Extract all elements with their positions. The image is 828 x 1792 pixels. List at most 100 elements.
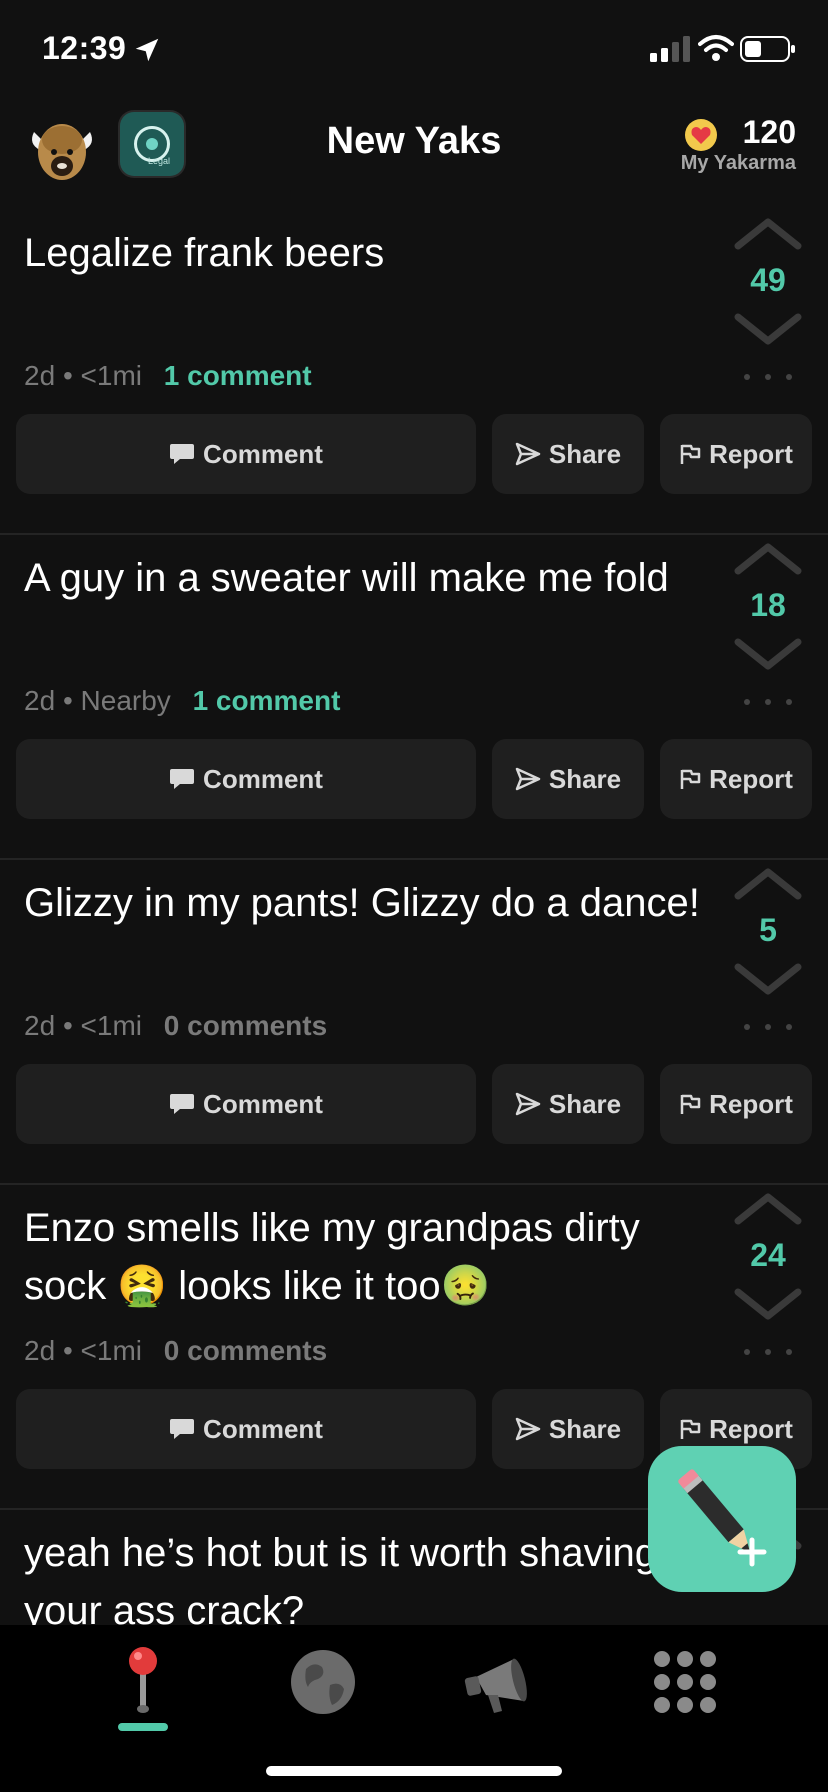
post-age: 2d bbox=[24, 360, 56, 391]
flag-icon bbox=[680, 1094, 701, 1114]
wifi-icon bbox=[698, 35, 734, 61]
active-tab-indicator bbox=[118, 1723, 168, 1731]
paper-plane-icon bbox=[515, 1417, 541, 1441]
vote-score: 18 bbox=[750, 587, 786, 623]
globe-icon[interactable] bbox=[278, 1637, 368, 1727]
grid-icon[interactable] bbox=[640, 1637, 730, 1727]
compose-button[interactable] bbox=[648, 1446, 796, 1592]
post-meta: 2d • <1mi 0 comments bbox=[24, 1010, 327, 1042]
more-options-icon[interactable] bbox=[742, 1022, 794, 1032]
upvote-chevron-icon[interactable] bbox=[734, 866, 802, 900]
post-text[interactable]: Enzo smells like my grandpas dirty sock … bbox=[24, 1199, 704, 1315]
post-distance: <1mi bbox=[80, 1010, 142, 1041]
vote-score: 24 bbox=[750, 1237, 786, 1273]
comment-bubble-icon bbox=[170, 769, 195, 789]
report-button-label: Report bbox=[709, 438, 793, 469]
report-button[interactable]: Report bbox=[660, 739, 812, 819]
downvote-chevron-icon[interactable] bbox=[734, 1288, 802, 1322]
comment-button[interactable]: Comment bbox=[16, 1389, 476, 1469]
comment-button-label: Comment bbox=[203, 1413, 323, 1444]
downvote-chevron-icon[interactable] bbox=[734, 963, 802, 997]
comment-button[interactable]: Comment bbox=[16, 1064, 476, 1144]
joystick-icon[interactable] bbox=[98, 1637, 188, 1727]
more-options-icon[interactable] bbox=[742, 697, 794, 707]
post-text[interactable]: Glizzy in my pants! Glizzy do a dance! bbox=[24, 874, 704, 932]
comment-button[interactable]: Comment bbox=[16, 739, 476, 819]
tab-bar bbox=[0, 1625, 828, 1792]
comment-bubble-icon bbox=[170, 1094, 195, 1114]
share-button[interactable]: Share bbox=[492, 1064, 644, 1144]
post[interactable]: Glizzy in my pants! Glizzy do a dance! 5… bbox=[0, 860, 828, 1185]
comment-button-label: Comment bbox=[203, 1088, 323, 1119]
post-actions: Comment Share Report bbox=[16, 1064, 812, 1144]
post-meta: 2d • <1mi 1 comment bbox=[24, 360, 312, 392]
megaphone-icon[interactable] bbox=[458, 1637, 548, 1727]
report-button[interactable]: Report bbox=[660, 414, 812, 494]
post[interactable]: Legalize frank beers 49 2d • <1mi 1 comm… bbox=[0, 210, 828, 535]
downvote-chevron-icon[interactable] bbox=[734, 638, 802, 672]
comment-count-link[interactable]: 0 comments bbox=[164, 1010, 327, 1041]
flag-icon bbox=[680, 769, 701, 789]
upvote-chevron-icon[interactable] bbox=[734, 216, 802, 250]
paper-plane-icon bbox=[515, 1092, 541, 1116]
comment-bubble-icon bbox=[170, 1419, 195, 1439]
vote-control: 49 bbox=[732, 216, 804, 396]
yakarma-widget[interactable]: 120 My Yakarma bbox=[681, 114, 796, 175]
cellular-signal-icon bbox=[650, 36, 690, 62]
more-options-icon[interactable] bbox=[742, 372, 794, 382]
meta-separator: • bbox=[62, 685, 73, 716]
comment-button[interactable]: Comment bbox=[16, 414, 476, 494]
meta-separator: • bbox=[62, 1335, 73, 1366]
share-button[interactable]: Share bbox=[492, 739, 644, 819]
post-distance: <1mi bbox=[80, 1335, 142, 1366]
comment-count-link[interactable]: 1 comment bbox=[193, 685, 341, 716]
post-actions: Comment Share Report bbox=[16, 739, 812, 819]
post-meta: 2d • Nearby 1 comment bbox=[24, 685, 340, 717]
share-button[interactable]: Share bbox=[492, 414, 644, 494]
post-age: 2d bbox=[24, 1010, 56, 1041]
post-distance: <1mi bbox=[80, 360, 142, 391]
vote-score: 49 bbox=[750, 262, 786, 298]
vote-control: 5 bbox=[732, 866, 804, 1046]
meta-separator: • bbox=[62, 1010, 73, 1041]
share-button[interactable]: Share bbox=[492, 1389, 644, 1469]
share-button-label: Share bbox=[548, 438, 622, 469]
location-arrow-icon bbox=[135, 38, 159, 62]
paper-plane-icon bbox=[515, 442, 541, 466]
downvote-chevron-icon[interactable] bbox=[734, 313, 802, 347]
pencil-plus-icon bbox=[678, 1469, 767, 1567]
post-distance: Nearby bbox=[80, 685, 171, 716]
comment-count-link[interactable]: 1 comment bbox=[164, 360, 312, 391]
post-meta: 2d • <1mi 0 comments bbox=[24, 1335, 327, 1367]
upvote-chevron-icon[interactable] bbox=[734, 541, 802, 575]
post-text[interactable]: yeah he’s hot but is it worth shaving yo… bbox=[24, 1524, 704, 1625]
report-button[interactable]: Report bbox=[660, 1064, 812, 1144]
post-age: 2d bbox=[24, 1335, 56, 1366]
vote-control: 18 bbox=[732, 541, 804, 721]
comment-button-label: Comment bbox=[203, 763, 323, 794]
flag-icon bbox=[680, 1419, 701, 1439]
meta-separator: • bbox=[62, 360, 73, 391]
report-button-label: Report bbox=[709, 763, 793, 794]
vote-control: 24 bbox=[732, 1191, 804, 1371]
report-button-label: Report bbox=[709, 1088, 793, 1119]
feed[interactable]: Legalize frank beers 49 2d • <1mi 1 comm… bbox=[0, 210, 828, 1625]
post-text[interactable]: A guy in a sweater will make me fold bbox=[24, 549, 704, 607]
status-time: 12:39 bbox=[42, 30, 127, 66]
post-age: 2d bbox=[24, 685, 56, 716]
status-bar: 12:39 bbox=[0, 0, 828, 100]
upvote-chevron-icon[interactable] bbox=[734, 1191, 802, 1225]
comment-count-link[interactable]: 0 comments bbox=[164, 1335, 327, 1366]
post-text[interactable]: Legalize frank beers bbox=[24, 224, 704, 282]
battery-icon bbox=[740, 36, 795, 62]
more-options-icon[interactable] bbox=[742, 1347, 794, 1357]
heart-icon bbox=[685, 119, 717, 151]
share-button-label: Share bbox=[548, 763, 622, 794]
header: Legal New Yaks 120 My Yakarma bbox=[0, 100, 828, 210]
report-button-label: Report bbox=[709, 1413, 793, 1444]
post-actions: Comment Share Report bbox=[16, 414, 812, 494]
paper-plane-icon bbox=[515, 767, 541, 791]
share-button-label: Share bbox=[548, 1088, 622, 1119]
post[interactable]: A guy in a sweater will make me fold 18 … bbox=[0, 535, 828, 860]
home-indicator[interactable] bbox=[266, 1766, 562, 1776]
